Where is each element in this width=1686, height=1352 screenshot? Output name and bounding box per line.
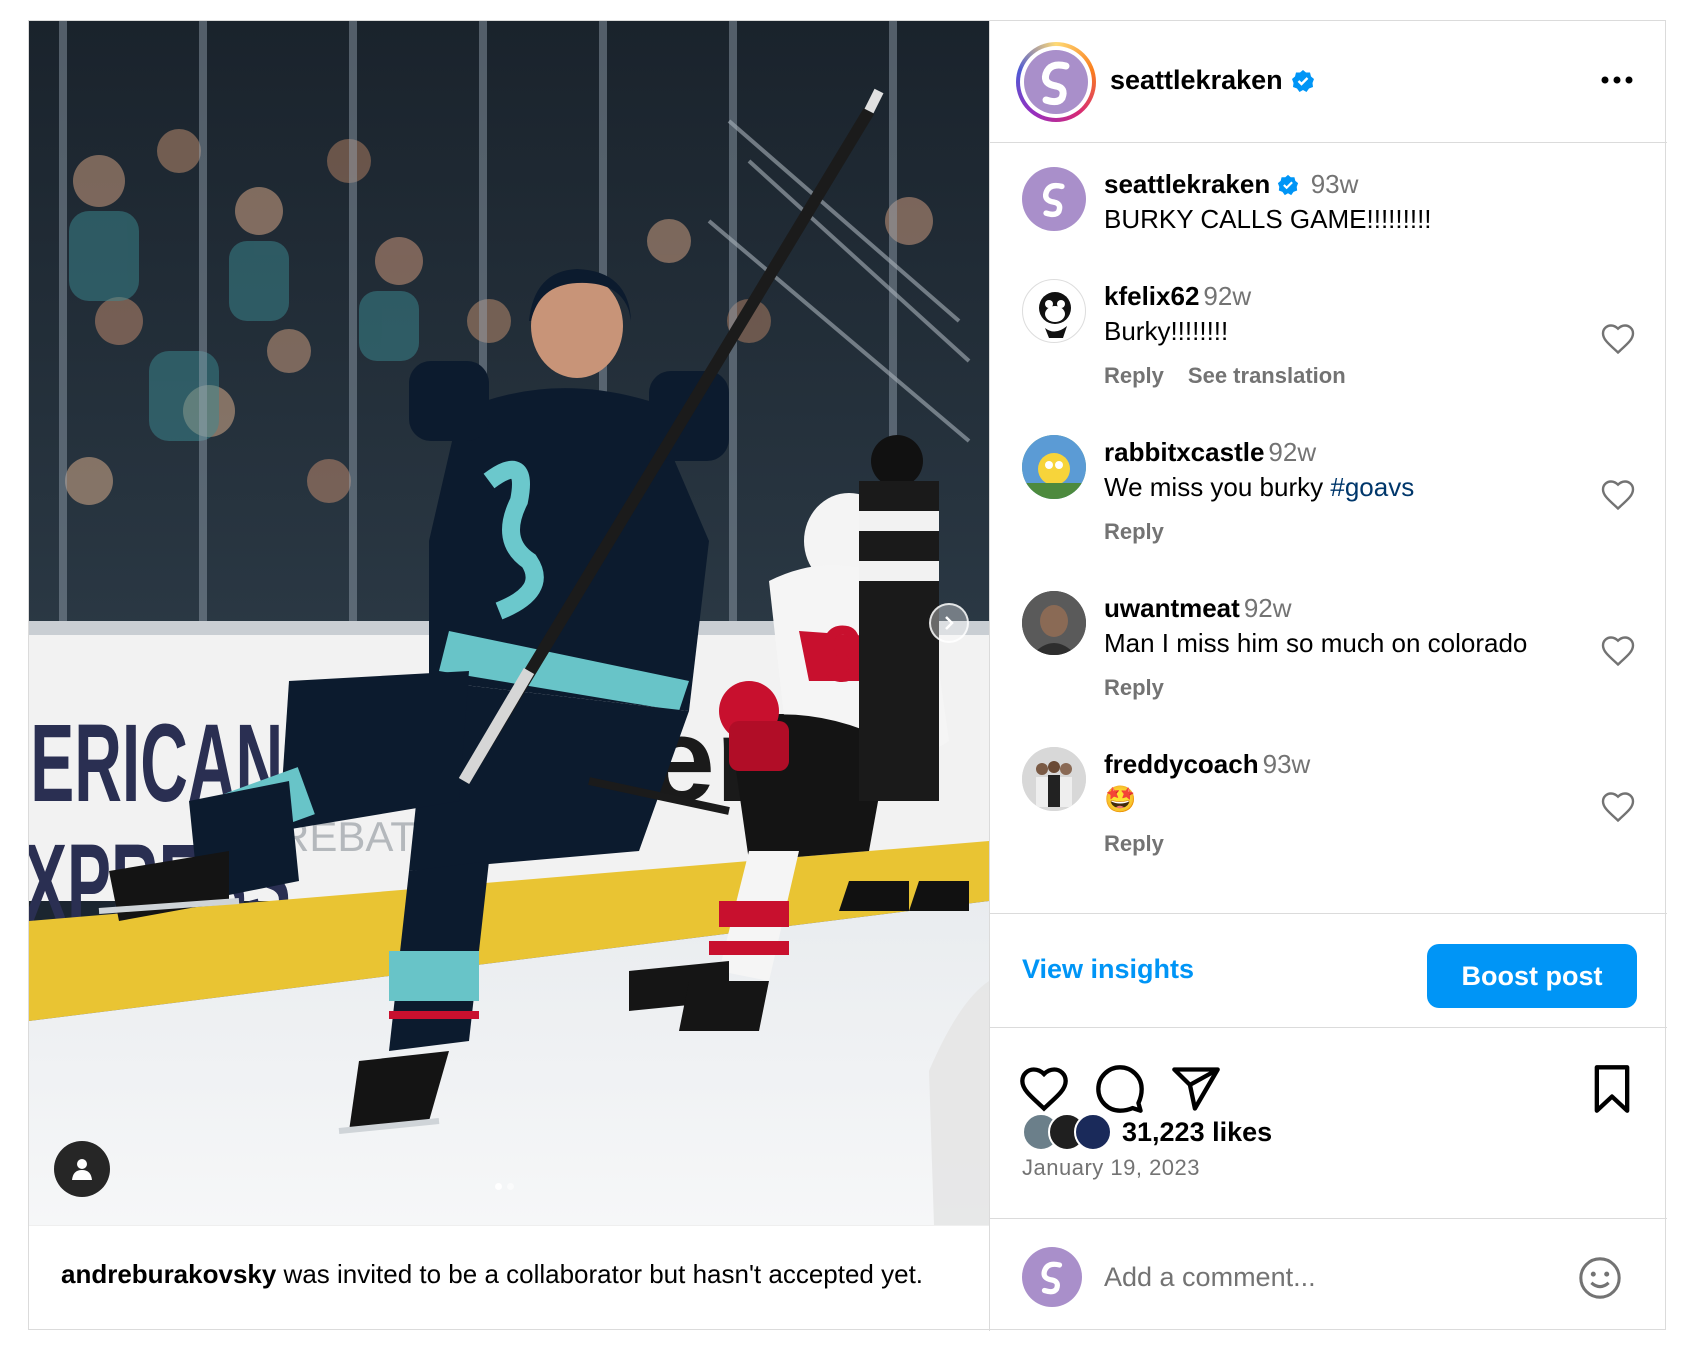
comment-timestamp[interactable]: 93w: [1263, 749, 1311, 779]
comment-username[interactable]: uwantmeat: [1104, 593, 1240, 623]
hashtag-link[interactable]: #goavs: [1330, 472, 1414, 502]
post-header: seattlekraken: [990, 21, 1667, 143]
comment-text: We miss you burky: [1104, 472, 1331, 502]
reply-button[interactable]: Reply: [1104, 519, 1164, 545]
account-username[interactable]: seattlekraken: [1110, 65, 1283, 96]
heart-icon[interactable]: [1600, 633, 1636, 669]
next-slide-icon: [945, 616, 954, 630]
group-photo-avatar: [1022, 747, 1086, 811]
kraken-logo-icon: [1043, 182, 1065, 218]
collaborator-username[interactable]: andreburakovsky: [61, 1259, 276, 1289]
cartoon-cat-avatar: [1039, 292, 1071, 338]
story-ring[interactable]: [1016, 42, 1096, 122]
heart-icon[interactable]: [1600, 789, 1636, 825]
caption-text: BURKY CALLS GAME!!!!!!!!!: [1104, 204, 1432, 234]
avatar[interactable]: [1022, 747, 1086, 811]
comment-username[interactable]: rabbitxcastle: [1104, 437, 1264, 467]
bookmark-icon[interactable]: [1586, 1063, 1638, 1115]
carousel-indicator: [495, 1183, 514, 1190]
boost-post-button[interactable]: Boost post: [1427, 944, 1637, 1008]
collaborator-notice-text: was invited to be a collaborator but has…: [276, 1259, 924, 1289]
comment-icon[interactable]: [1094, 1063, 1146, 1115]
carousel-dot: [507, 1183, 514, 1190]
comments-list[interactable]: seattlekraken 93w BURKY CALLS GAME!!!!!!…: [990, 143, 1667, 914]
post-card: ERICAN XPRESS veriz EFFICIEN REBAT 63: [28, 20, 1667, 1331]
next-slide-button[interactable]: [929, 603, 969, 643]
add-comment-bar: [990, 1218, 1667, 1331]
post-actions: [990, 1028, 1667, 1118]
heart-icon[interactable]: [1018, 1063, 1070, 1115]
kraken-logo-icon: [1041, 1261, 1063, 1295]
avatar[interactable]: [1022, 167, 1086, 231]
avatar[interactable]: [1022, 279, 1086, 343]
comment-text: 🤩: [1104, 784, 1137, 814]
reply-button[interactable]: Reply: [1104, 363, 1164, 389]
kraken-logo-icon: [1042, 61, 1070, 106]
avatar[interactable]: [1022, 435, 1086, 499]
post-photo[interactable]: ERICAN XPRESS veriz EFFICIEN REBAT 63: [29, 21, 989, 1225]
share-icon[interactable]: [1170, 1063, 1222, 1115]
see-translation-button[interactable]: See translation: [1188, 363, 1346, 389]
heart-icon[interactable]: [1600, 477, 1636, 513]
verified-badge-icon: [1291, 69, 1314, 92]
carousel-dot-active: [495, 1183, 502, 1190]
hockey-celebration-photo: ERICAN XPRESS veriz EFFICIEN REBAT 63: [29, 21, 989, 1225]
heart-icon[interactable]: [1600, 321, 1636, 357]
liker-avatar: [1074, 1113, 1112, 1151]
avatar: [1022, 1247, 1082, 1307]
reply-button[interactable]: Reply: [1104, 675, 1164, 701]
cartoon-avatar: [1022, 435, 1086, 499]
likes-summary[interactable]: 31,223 likes: [1022, 1113, 1272, 1151]
user-tag-icon: [72, 1159, 92, 1180]
comment-username[interactable]: freddycoach: [1104, 749, 1259, 779]
comment-timestamp[interactable]: 92w: [1268, 437, 1316, 467]
post-details-panel: seattlekraken seattlekraken 93w BURKY CA…: [989, 21, 1667, 1331]
account-name[interactable]: seattlekraken: [1110, 65, 1315, 96]
profile-photo-avatar: [1022, 591, 1086, 655]
more-options-button[interactable]: [1597, 67, 1637, 93]
emoji-icon[interactable]: [1577, 1255, 1623, 1301]
comment-timestamp[interactable]: 92w: [1203, 281, 1251, 311]
insights-bar: View insights Boost post: [990, 914, 1667, 1028]
comment-timestamp[interactable]: 92w: [1244, 593, 1292, 623]
add-comment-input[interactable]: [1104, 1257, 1524, 1297]
reply-button[interactable]: Reply: [1104, 831, 1164, 857]
comment-username[interactable]: kfelix62: [1104, 281, 1199, 311]
post-date[interactable]: January 19, 2023: [1022, 1155, 1200, 1181]
likes-count[interactable]: 31,223 likes: [1122, 1117, 1272, 1148]
caption-timestamp[interactable]: 93w: [1311, 169, 1359, 199]
tagged-users-button[interactable]: [54, 1141, 110, 1197]
comment-text: Man I miss him so much on colorado: [1104, 628, 1528, 658]
collaborator-notice: andreburakovsky was invited to be a coll…: [29, 1225, 989, 1331]
comment-text: Burky!!!!!!!!: [1104, 316, 1229, 346]
avatar[interactable]: [1022, 591, 1086, 655]
verified-badge-icon: [1278, 174, 1299, 196]
view-insights-link[interactable]: View insights: [1022, 954, 1194, 985]
more-options-icon: [1601, 76, 1633, 84]
caption-username[interactable]: seattlekraken: [1104, 169, 1270, 199]
avatar: [1024, 50, 1088, 114]
